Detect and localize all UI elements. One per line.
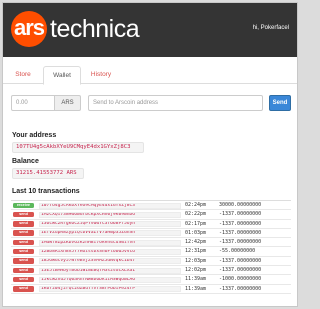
table-row: send 12Bb8RiXn8VJY7HUissbxSn6Flo6w5vVcU 12… [11, 247, 291, 257]
tx-type-badge: send [13, 239, 34, 246]
tx-amount: -1337.00000000 [219, 267, 262, 274]
tx-amount: -1337.00000000 [219, 285, 262, 292]
tx-address: 1K6rz04jzrQc2GZBuTTvTS8rPUbiPe24rP [39, 286, 181, 293]
tx-amount: 30000.00000000 [219, 202, 262, 208]
tx-address: 15kcW2nuJTQ0aAhrNW8b6Dk1iMSWqUwLAG [39, 276, 181, 283]
app-window: ars technica hi, Pokerfacel Store Wallet… [2, 2, 298, 307]
tx-time: 12:03pm [185, 257, 207, 264]
table-row: send 1K6rz04jzrQc2GZBuTTvTS8rPUbiPe24rP 11… [11, 285, 291, 294]
tx-address: 1EfVZupR8ZypiQtbVVaZTV7aHwp35ZGnSn [39, 230, 181, 237]
tx-amount: -1337.00000000 [219, 229, 262, 236]
table-row: receive 107TU4g5cAkbXYeU9CMqyE4dx1GYxZj8C… [11, 201, 291, 211]
tx-amount: -1337.00000000 [219, 211, 262, 218]
tx-address: 13E5tBMHbyTBUb1W1mEBQTM3szsGcXLXa1 [39, 267, 181, 274]
table-row: send 1M2CXQi73N9w6wGrbcKpXCHh0j9K09wnDG 02… [11, 210, 291, 220]
tx-address: 12Bb8RiXn8VJY7HUissbxSn6Flo6w5vVcU [39, 248, 181, 255]
transactions-title: Last 10 transactions [12, 188, 80, 195]
tx-type-badge: send [13, 267, 34, 274]
tx-type-badge: send [13, 211, 34, 218]
tx-time: 12:02pm [185, 267, 207, 274]
tx-type-badge: send [13, 221, 34, 227]
tab-history[interactable]: History [85, 66, 117, 85]
table-row: send 15kcW2nuJTQ0aAhrNW8b6Dk1iMSWqUwLAG 11… [11, 275, 291, 285]
tx-amount: -1337.00000000 [219, 220, 262, 227]
user-greeting: hi, Pokerfacel [252, 25, 289, 31]
tx-time: 02:22pm [185, 211, 207, 218]
tx-amount: -1337.00000000 [219, 239, 262, 246]
tx-time: 11:39am [185, 276, 207, 283]
tx-type-badge: send [13, 248, 34, 255]
tx-time: 01:03pm [185, 229, 207, 236]
ars-logo-mark[interactable]: ars [11, 11, 47, 47]
tab-bar: Store Wallet History [3, 66, 297, 85]
tx-address: 1M2CXQi73N9w6wGrbcKpXCHh0j9K09wnDG [39, 211, 181, 218]
address-label: Your address [12, 132, 57, 139]
tab-store[interactable]: Store [11, 66, 35, 85]
transactions-table: receive 107TU4g5cAkbXYeU9CMqyE4dx1GYxZj8C… [11, 200, 291, 294]
site-header: ars technica hi, Pokerfacel [3, 3, 297, 57]
tx-address: 136cWC2Rrgk6CZiQPYvwwYC3T668Pf5oyn [39, 221, 181, 228]
send-button[interactable]: Send [269, 95, 291, 111]
ars-logo-wordmark[interactable]: technica [50, 14, 140, 44]
tx-amount: -55.00000000 [219, 248, 256, 255]
tx-amount: -1337.00000000 [219, 257, 262, 264]
tx-time: 12:42pm [185, 239, 207, 246]
balance-label: Balance [12, 158, 39, 165]
tx-address: 18JGWGcvy57WfeBvjZSvMMZ5dNvqkC1b47 [39, 258, 181, 265]
tx-amount: -1000.00000000 [219, 276, 262, 283]
tx-time: 12:31pm [185, 248, 207, 255]
send-form: 0.00 ARS Send to Arscoin address Send [11, 95, 291, 111]
amount-input[interactable]: 0.00 [11, 95, 55, 111]
tx-address: 1MdWf8ZpZKbvGzKznH8i7oken4CuSwiTvh [39, 239, 181, 246]
tx-time: 02:24pm [185, 202, 207, 208]
tx-type-badge: send [13, 276, 34, 283]
tx-type-badge: receive [13, 202, 34, 208]
tx-address: 107TU4g5cAkbXYeU9CMqyE4dx1GYxZj8C3 [39, 202, 181, 209]
table-row: send 13E5tBMHbyTBUb1W1mEBQTM3szsGcXLXa1 12… [11, 266, 291, 276]
tab-wallet[interactable]: Wallet [43, 66, 81, 85]
tx-time: 11:39am [185, 285, 207, 292]
recipient-address-input[interactable]: Send to Arscoin address [88, 95, 263, 111]
table-row: send 1EfVZupR8ZypiQtbVVaZTV7aHwp35ZGnSn 01… [11, 229, 291, 239]
wallet-balance: 31215.41553772 ARS [12, 168, 84, 179]
table-row: send 1MdWf8ZpZKbvGzKznH8i7oken4CuSwiTvh 12… [11, 238, 291, 248]
tx-type-badge: send [13, 286, 34, 292]
tx-time: 02:17pm [185, 220, 207, 227]
table-row: send 136cWC2Rrgk6CZiQPYvwwYC3T668Pf5oyn 02… [11, 220, 291, 229]
currency-addon: ARS [55, 95, 81, 111]
tx-type-badge: send [13, 230, 34, 236]
tx-type-badge: send [13, 258, 34, 264]
table-row: send 18JGWGcvy57WfeBvjZSvMMZ5dNvqkC1b47 12… [11, 257, 291, 267]
wallet-address: 107TU4g5cAkbXYeU9CMqyE4dx1GYxZj8C3 [12, 142, 144, 153]
